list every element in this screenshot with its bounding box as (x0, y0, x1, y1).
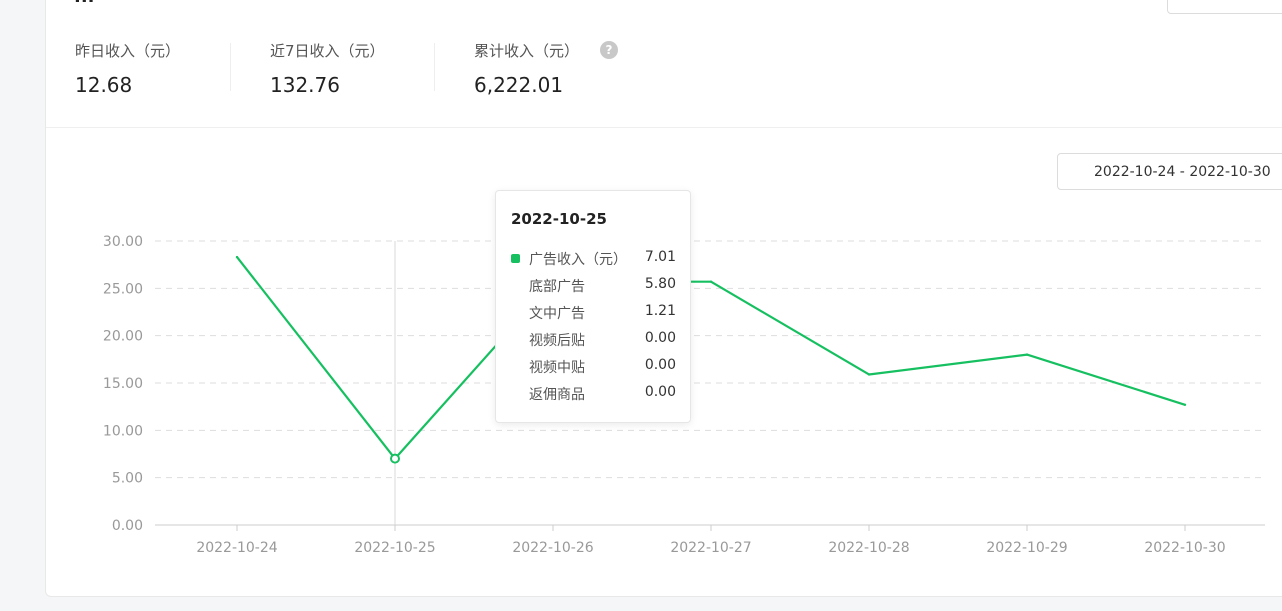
data-point (235, 255, 239, 259)
tooltip-row: 视频中贴 0.00 (511, 357, 676, 377)
series-line (236, 256, 1186, 460)
tooltip-row: 文中广告 1.21 (511, 303, 676, 323)
tooltip-title: 2022-10-25 (511, 210, 607, 228)
x-tick-label: 2022-10-27 (670, 540, 751, 556)
chart-tooltip: 2022-10-25 广告收入（元） 7.01 底部广告 5.80 文中广告 1… (495, 190, 691, 423)
tooltip-row-value: 0.00 (644, 330, 676, 346)
tooltip-row-value: 7.01 (644, 249, 676, 265)
tooltip-row-name: 底部广告 (529, 279, 585, 295)
tooltip-row-value: 1.21 (644, 303, 676, 319)
y-tick-label: 0.00 (112, 518, 143, 534)
data-point (1183, 403, 1187, 406)
y-tick-label: 30.00 (103, 234, 143, 250)
y-tick-label: 25.00 (103, 281, 143, 297)
x-tick-label: 2022-10-24 (196, 540, 277, 556)
tooltip-row: 视频后贴 0.00 (511, 330, 676, 350)
tooltip-row-name: 视频中贴 (529, 360, 585, 376)
x-tick-label: 2022-10-30 (1144, 540, 1225, 556)
x-tick-label: 2022-10-29 (986, 540, 1067, 556)
data-point (867, 373, 871, 376)
tooltip-row-value: 5.80 (644, 276, 676, 292)
tooltip-row: 底部广告 5.80 (511, 276, 676, 296)
data-point-active (390, 453, 400, 464)
tooltip-row-name: 返佣商品 (529, 387, 585, 403)
tooltip-row: 广告收入（元） 7.01 (511, 249, 676, 269)
x-tick-label: 2022-10-25 (354, 540, 435, 556)
data-point (709, 280, 713, 283)
x-tick-label: 2022-10-28 (828, 540, 909, 556)
x-tick-label: 2022-10-26 (512, 540, 593, 556)
tooltip-row-name: 广告收入（元） (529, 252, 627, 268)
y-tick-label: 20.00 (103, 329, 143, 345)
tooltip-row-value: 0.00 (644, 384, 676, 400)
tooltip-row-name: 文中广告 (529, 306, 585, 322)
tooltip-row-name: 视频后贴 (529, 333, 585, 349)
y-tick-label: 5.00 (112, 471, 143, 487)
data-point (1025, 353, 1029, 356)
series-color-dot (511, 254, 520, 263)
y-tick-label: 10.00 (103, 423, 143, 439)
tooltip-row: 返佣商品 0.00 (511, 384, 676, 404)
tooltip-row-value: 0.00 (644, 357, 676, 373)
y-tick-label: 15.00 (103, 376, 143, 392)
